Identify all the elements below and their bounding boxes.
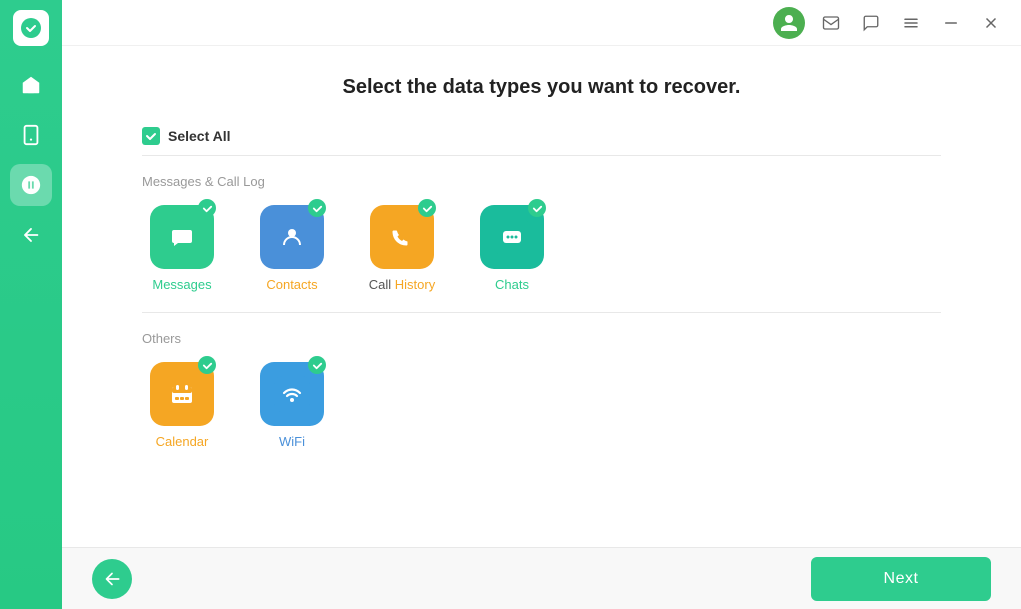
back-button[interactable] bbox=[92, 559, 132, 599]
item-contacts[interactable]: Contacts bbox=[252, 205, 332, 292]
close-button[interactable] bbox=[977, 9, 1005, 37]
others-items-grid: Calendar WiFi bbox=[142, 362, 941, 449]
calendar-label: Calendar bbox=[156, 434, 209, 449]
select-all-checkbox[interactable] bbox=[142, 127, 160, 145]
minimize-button[interactable] bbox=[937, 9, 965, 37]
sidebar-item-home[interactable] bbox=[10, 64, 52, 106]
item-calendar[interactable]: Calendar bbox=[142, 362, 222, 449]
item-messages[interactable]: Messages bbox=[142, 205, 222, 292]
wifi-check bbox=[308, 356, 326, 374]
call-history-check bbox=[418, 199, 436, 217]
select-all-label: Select All bbox=[168, 128, 231, 144]
contacts-label: Contacts bbox=[266, 277, 317, 292]
content-area: Select the data types you want to recove… bbox=[62, 46, 1021, 547]
next-button[interactable]: Next bbox=[811, 557, 991, 601]
sidebar-item-device[interactable] bbox=[10, 114, 52, 156]
call-history-label: Call History bbox=[369, 277, 435, 292]
contacts-check bbox=[308, 199, 326, 217]
menu-icon[interactable] bbox=[897, 9, 925, 37]
divider-1 bbox=[142, 155, 941, 156]
title-bar bbox=[62, 0, 1021, 46]
item-chats[interactable]: Chats bbox=[472, 205, 552, 292]
calendar-check bbox=[198, 356, 216, 374]
chats-label: Chats bbox=[495, 277, 529, 292]
page-title: Select the data types you want to recove… bbox=[142, 76, 941, 99]
messages-items-grid: Messages Contacts bbox=[142, 205, 941, 292]
chat-icon[interactable] bbox=[857, 9, 885, 37]
chats-check bbox=[528, 199, 546, 217]
sidebar-item-backup[interactable] bbox=[10, 214, 52, 256]
select-all-row: Select All bbox=[142, 127, 941, 145]
messages-check bbox=[198, 199, 216, 217]
avatar-icon[interactable] bbox=[773, 7, 805, 39]
wifi-label: WiFi bbox=[279, 434, 305, 449]
messages-label: Messages bbox=[152, 277, 211, 292]
sidebar bbox=[0, 0, 62, 609]
mail-icon[interactable] bbox=[817, 9, 845, 37]
section-others-title: Others bbox=[142, 331, 941, 346]
item-wifi[interactable]: WiFi bbox=[252, 362, 332, 449]
bottom-bar: Next bbox=[62, 547, 1021, 609]
app-logo bbox=[13, 10, 49, 46]
divider-2 bbox=[142, 312, 941, 313]
main-area: Select the data types you want to recove… bbox=[62, 0, 1021, 609]
section-messages-title: Messages & Call Log bbox=[142, 174, 941, 189]
item-call-history[interactable]: Call History bbox=[362, 205, 442, 292]
sidebar-item-recovery[interactable] bbox=[10, 164, 52, 206]
